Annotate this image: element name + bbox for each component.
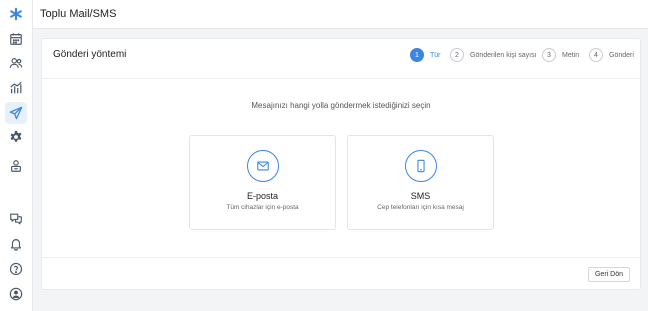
card-header: Gönderi yöntemi 1 Tür 2 Gönderilen kişi … [42, 39, 640, 79]
step-label: Tür [430, 51, 441, 59]
logo-icon[interactable] [5, 3, 27, 25]
users-icon[interactable] [5, 52, 27, 74]
sms-option-title: SMS [410, 191, 431, 201]
top-bar: Toplu Mail/SMS [33, 0, 648, 29]
card-footer: Geri Dön [42, 257, 640, 290]
user-badge-icon[interactable] [5, 155, 27, 177]
email-option-title: E-posta [246, 191, 279, 201]
back-button[interactable]: Geri Dön [587, 267, 630, 282]
step-number: 1 [410, 48, 424, 62]
envelope-icon [247, 150, 279, 182]
step-number: 2 [450, 48, 464, 62]
sms-option-card[interactable]: SMS Cep telefonları için kısa mesaj [347, 135, 494, 230]
calendar-icon[interactable] [5, 28, 27, 50]
step-1[interactable]: 1 Tür [410, 48, 441, 62]
step-number: 4 [589, 48, 603, 62]
page-title: Toplu Mail/SMS [40, 8, 117, 20]
step-number: 3 [542, 48, 556, 62]
sms-option-subtitle: Cep telefonları için kısa mesaj [377, 204, 464, 211]
help-icon[interactable] [5, 258, 27, 280]
step-2[interactable]: 2 Gönderilen kişi sayısı [450, 48, 537, 62]
card-title: Gönderi yöntemi [53, 49, 127, 60]
profile-icon[interactable] [5, 283, 27, 305]
chat-icon[interactable] [5, 208, 27, 230]
sidebar [0, 0, 33, 311]
email-option-card[interactable]: E-posta Tüm cihazlar için e-posta [189, 135, 336, 230]
step-label: Metin [562, 51, 580, 59]
chart-icon[interactable] [5, 77, 27, 99]
step-label: Gönderi [609, 51, 634, 59]
phone-icon [405, 150, 437, 182]
step-3[interactable]: 3 Metin [542, 48, 579, 62]
step-label: Gönderilen kişi sayısı [470, 51, 537, 59]
step-4[interactable]: 4 Gönderi [589, 48, 634, 62]
send-method-card: Gönderi yöntemi 1 Tür 2 Gönderilen kişi … [41, 38, 641, 290]
bell-icon[interactable] [5, 233, 27, 255]
email-option-subtitle: Tüm cihazlar için e-posta [226, 204, 299, 211]
instruction-text: Mesajınızı hangi yolla göndermek istediğ… [251, 101, 431, 110]
gear-icon[interactable] [5, 126, 27, 148]
send-icon[interactable] [5, 102, 27, 124]
